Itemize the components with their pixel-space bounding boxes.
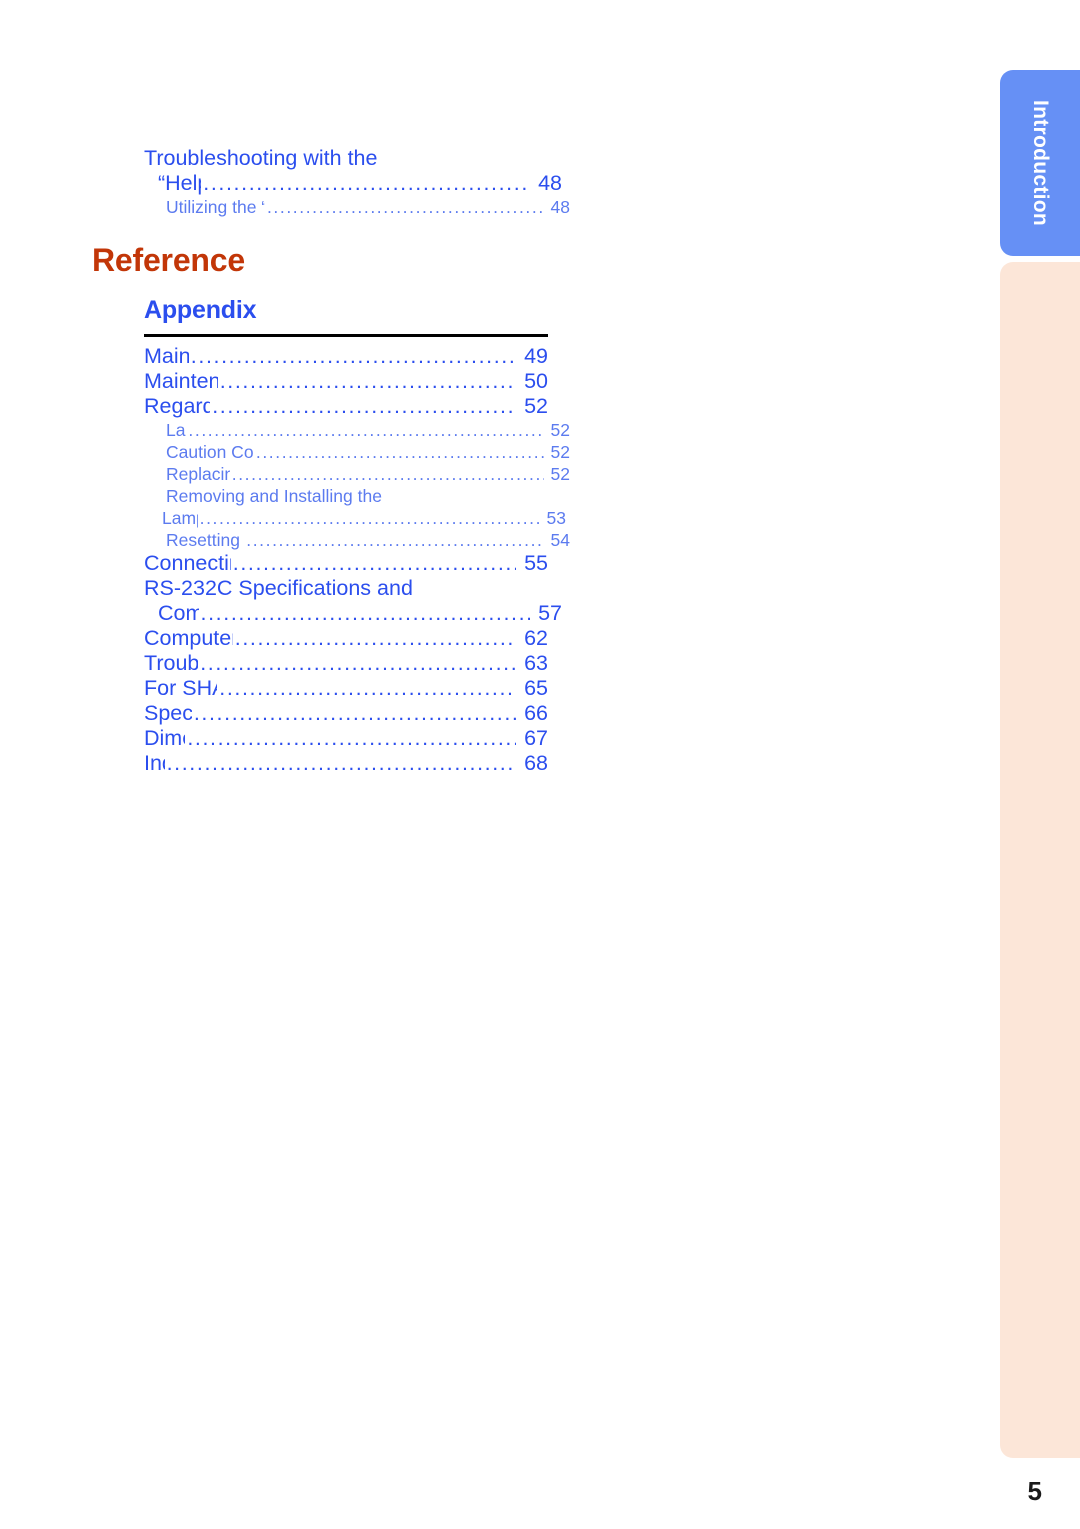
toc-entry-title: Connecting Pin Assignments: [144, 551, 231, 575]
toc-entry-page: 52: [550, 464, 570, 484]
toc-entry-title: Troubleshooting with the: [144, 146, 378, 170]
toc-entry-page: 48: [538, 171, 562, 195]
toc-entry[interactable]: Lamp 52: [144, 419, 570, 441]
toc-leader-dots: [212, 394, 516, 419]
toc-entry-page: 48: [550, 197, 570, 217]
toc-leader-dots: [232, 463, 544, 485]
toc-entry[interactable]: Lamp Unit 53: [144, 507, 566, 529]
toc-entry-title: Replacing the Lamp: [166, 464, 230, 484]
toc-list-appendix: Maintenance49Maintenance Indicators50Reg…: [144, 344, 570, 776]
toc-entry-title: Commands: [158, 601, 199, 625]
toc-entry-page: 54: [550, 530, 570, 550]
toc-entry-title: Resetting the Lamp Timer: [166, 530, 244, 550]
toc-top-fragment: Troubleshooting with the“Help” Menu48Uti…: [144, 146, 570, 218]
toc-entry-title: Maintenance: [144, 344, 189, 368]
side-tab-reference[interactable]: [1000, 262, 1080, 1458]
toc-entry-page: 49: [524, 344, 548, 368]
toc-entry[interactable]: Resetting the Lamp Timer 54: [144, 529, 570, 551]
toc-entry[interactable]: Maintenance Indicators 50: [144, 369, 548, 394]
toc-entry[interactable]: Connecting Pin Assignments 55: [144, 551, 548, 576]
toc-entry-title: Index: [144, 751, 165, 775]
toc-leader-dots: [188, 419, 544, 441]
toc-leader-dots: [194, 701, 516, 726]
toc-leader-dots: [246, 529, 544, 551]
toc-entry[interactable]: Commands 57: [144, 601, 562, 626]
toc-entry-page: 57: [538, 601, 562, 625]
toc-entry-page: 52: [550, 420, 570, 440]
toc-entry-title: For SHARP Assistance: [144, 676, 217, 700]
toc-leader-dots: [220, 369, 516, 394]
toc-entry[interactable]: Replacing the Lamp 52: [144, 463, 570, 485]
toc-entry[interactable]: RS-232C Specifications and: [144, 576, 548, 601]
toc-leader-dots: [167, 751, 516, 776]
chapter-heading-rule: [144, 334, 548, 337]
toc-entry[interactable]: Utilizing the “Help” Menu Functions 48: [144, 196, 570, 218]
toc-leader-dots: [200, 651, 516, 676]
toc-entry-page: 67: [524, 726, 548, 750]
toc-entry[interactable]: Troubleshooting 63: [144, 651, 548, 676]
toc-entry[interactable]: Dimensions 67: [144, 726, 548, 751]
toc-entry-title: Dimensions: [144, 726, 185, 750]
toc-entry-title: Utilizing the “Help” Menu Functions: [166, 197, 265, 217]
toc-leader-dots: [233, 551, 516, 576]
toc-entry-title: Removing and Installing the: [166, 486, 382, 506]
toc-entry[interactable]: For SHARP Assistance 65: [144, 676, 548, 701]
toc-leader-dots: [191, 344, 516, 369]
toc-leader-dots: [203, 171, 530, 196]
toc-leader-dots: [187, 726, 516, 751]
toc-entry-title: “Help” Menu: [158, 171, 201, 195]
toc-entry-page: 66: [524, 701, 548, 725]
toc-leader-dots: [235, 626, 516, 651]
toc-entry-page: 50: [524, 369, 548, 393]
toc-entry-title: Lamp: [166, 420, 186, 440]
toc-leader-dots: [201, 601, 530, 626]
chapter-heading-appendix: Appendix: [144, 296, 257, 324]
toc-entry-title: Maintenance Indicators: [144, 369, 218, 393]
toc-entry-page: 52: [550, 442, 570, 462]
toc-entry[interactable]: Maintenance 49: [144, 344, 548, 369]
toc-entry-page: 55: [524, 551, 548, 575]
toc-entry-page: 65: [524, 676, 548, 700]
toc-entry-page: 62: [524, 626, 548, 650]
toc-entry-page: 68: [524, 751, 548, 775]
toc-leader-dots: [219, 676, 516, 701]
toc-entry-page: 63: [524, 651, 548, 675]
toc-entry-title: RS-232C Specifications and: [144, 576, 413, 600]
side-tab-strip: Introduction: [1000, 0, 1080, 1529]
page-number: 5: [1027, 1476, 1042, 1506]
part-heading-reference: Reference: [92, 242, 245, 278]
side-tab-introduction-label: Introduction: [1029, 99, 1052, 227]
toc-entry-title: Regarding the Lamp: [144, 394, 211, 418]
toc-leader-dots: [267, 196, 544, 218]
toc-entry[interactable]: Removing and Installing the: [144, 485, 570, 507]
toc-entry[interactable]: Computer Compatibility Chart 62: [144, 626, 548, 651]
toc-entry[interactable]: Index 68: [144, 751, 548, 776]
toc-entry-title: Specifications: [144, 701, 192, 725]
toc-entry-page: 52: [524, 394, 548, 418]
toc-entry-title: Computer Compatibility Chart: [144, 626, 233, 650]
toc-entry-page: 53: [546, 508, 566, 528]
toc-entry[interactable]: Regarding the Lamp 52: [144, 394, 548, 419]
toc-entry[interactable]: Specifications 66: [144, 701, 548, 726]
toc-leader-dots: [256, 441, 544, 463]
side-tab-introduction[interactable]: Introduction: [1000, 70, 1080, 256]
toc-entry[interactable]: Troubleshooting with the: [144, 146, 548, 171]
toc-entry-title: Caution Concerning the Lamp: [166, 442, 254, 462]
toc-entry[interactable]: Caution Concerning the Lamp 52: [144, 441, 570, 463]
toc-entry-title: Troubleshooting: [144, 651, 199, 675]
toc-leader-dots: [200, 507, 540, 529]
toc-entry-title: Lamp Unit: [162, 508, 198, 528]
toc-entry[interactable]: “Help” Menu 48: [144, 171, 562, 196]
